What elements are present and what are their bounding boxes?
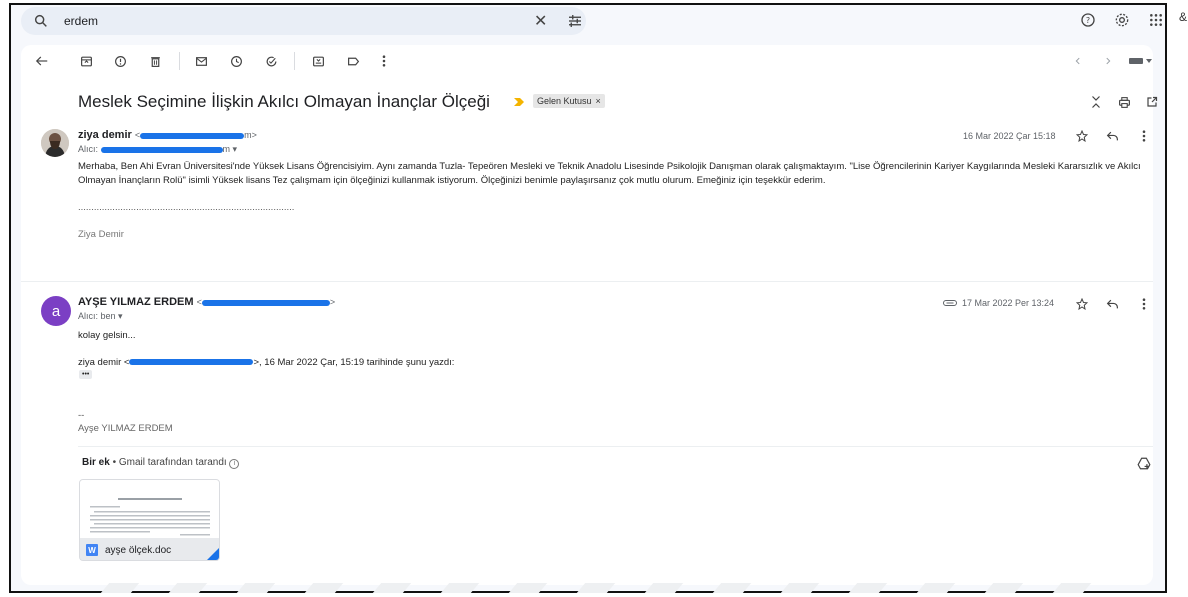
search-icon[interactable]	[33, 13, 49, 29]
star-icon[interactable]	[1075, 297, 1089, 311]
snooze-clock-icon[interactable]	[229, 54, 243, 68]
inbox-label-chip: Gelen Kutusu ×	[533, 94, 605, 108]
addr-close: >	[329, 297, 336, 307]
settings-gear-icon[interactable]	[1113, 11, 1131, 29]
avatar[interactable]	[41, 129, 69, 157]
reply-icon[interactable]	[1105, 297, 1119, 311]
clear-search-icon[interactable]: ✕	[534, 11, 547, 31]
back-arrow-icon[interactable]	[35, 54, 49, 68]
addr-close: m>	[244, 130, 257, 140]
attachment-header: Bir ek • Gmail tarafından tarandı i	[82, 457, 240, 469]
attachment-preview	[80, 480, 219, 538]
message-2-recipient[interactable]: Alıcı: ben ▾	[78, 311, 123, 322]
redaction-mark	[100, 146, 223, 153]
page-corner-fold	[205, 548, 219, 560]
attachment-count: Bir ek	[82, 457, 110, 468]
svg-text:?: ?	[1086, 16, 1090, 25]
attachment-clip-icon	[943, 296, 957, 310]
redaction-mark	[201, 299, 330, 306]
word-doc-icon: W	[86, 544, 98, 556]
sender-name: ziya demir	[78, 129, 132, 141]
attachment-divider	[78, 446, 1153, 447]
thread-toolbar	[21, 45, 1153, 79]
redaction-mark	[140, 132, 245, 139]
toolbar-divider	[179, 52, 180, 70]
message-2-quote-header: ziya demir < >, 16 Mar 2022 Çar, 15:19 ta…	[78, 356, 454, 370]
sender-email: < >	[197, 297, 336, 307]
remove-label-icon[interactable]: ×	[596, 94, 601, 108]
to-label: Alıcı:	[78, 144, 99, 154]
star-icon[interactable]	[1075, 129, 1089, 143]
search-input[interactable]: erdem	[64, 14, 98, 28]
thread-subject: Meslek Seçimine İlişkin Akılcı Olmayan İ…	[78, 92, 490, 111]
email-thread-panel: Meslek Seçimine İlişkin Akılcı Olmayan İ…	[21, 45, 1158, 585]
help-icon[interactable]: ?	[1079, 11, 1097, 29]
reply-icon[interactable]	[1105, 129, 1119, 143]
search-bar[interactable]: erdem ✕	[21, 7, 586, 35]
archive-icon[interactable]	[79, 54, 93, 68]
scan-note: • Gmail tarafından tarandı	[112, 457, 227, 468]
more-vert-icon[interactable]	[1137, 129, 1151, 143]
to-label: Alıcı: ben	[78, 311, 116, 321]
avatar[interactable]: a	[41, 296, 71, 326]
message-divider	[21, 281, 1153, 282]
apps-grid-icon[interactable]	[1147, 11, 1165, 29]
show-trimmed-content-button[interactable]: •••	[79, 370, 93, 379]
message-1-recipient[interactable]: Alıcı: m ▾	[78, 144, 237, 155]
watermark-pattern	[100, 583, 1105, 597]
older-chevron-right-icon[interactable]	[1101, 54, 1115, 68]
toolbar-divider	[294, 52, 295, 70]
importance-marker-icon[interactable]	[514, 97, 524, 107]
gmail-window: erdem ✕ ? Meslek Seçimine İlişkin Akılcı…	[9, 3, 1167, 593]
edge-glyph: &	[1179, 10, 1188, 24]
move-to-icon[interactable]	[311, 54, 325, 68]
redaction-mark	[129, 359, 254, 366]
info-icon[interactable]: i	[229, 459, 240, 469]
add-task-icon[interactable]	[264, 54, 278, 68]
mark-unread-mail-icon[interactable]	[194, 54, 208, 68]
signature-separator: --	[78, 410, 85, 421]
message-1-sender[interactable]: ziya demir < m>	[78, 129, 257, 141]
label-tag-icon[interactable]	[346, 54, 360, 68]
recipient-dropdown-icon[interactable]: ▾	[118, 311, 123, 321]
message-1-dots: ........................................…	[78, 202, 295, 213]
report-spam-icon[interactable]	[113, 54, 127, 68]
message-1-signature: Ziya Demir	[78, 229, 124, 240]
recipient-dropdown-icon[interactable]: ▾	[233, 144, 238, 154]
sender-email: < m>	[135, 130, 257, 140]
attachment-footer: W ayşe ölçek.doc	[80, 538, 219, 560]
attachment-card[interactable]: W ayşe ölçek.doc	[79, 479, 220, 561]
inbox-label-text: Gelen Kutusu	[537, 96, 592, 106]
print-icon[interactable]	[1117, 95, 1131, 109]
quote-suffix: >, 16 Mar 2022 Çar, 15:19 tarihinde şunu…	[253, 357, 455, 368]
to-suffix: m	[222, 144, 231, 154]
add-to-drive-icon[interactable]	[1137, 456, 1151, 470]
message-2-sender[interactable]: AYŞE YILMAZ ERDEM < >	[78, 296, 335, 308]
message-2-signature: Ayşe YILMAZ ERDEM	[78, 423, 173, 434]
quote-prefix: ziya demir <	[78, 357, 130, 368]
collapse-all-icon[interactable]	[1089, 95, 1103, 109]
more-vert-icon[interactable]	[377, 54, 391, 68]
input-tools-keyboard-icon[interactable]	[1129, 54, 1153, 68]
more-vert-icon[interactable]	[1137, 297, 1151, 311]
attachment-filename: ayşe ölçek.doc	[105, 545, 172, 556]
open-new-window-icon[interactable]	[1145, 95, 1159, 109]
message-2-body: kolay gelsin...	[78, 330, 136, 341]
newer-chevron-left-icon[interactable]	[1071, 54, 1085, 68]
message-1-body: Merhaba, Ben Ahi Evran Üniversitesi'nde …	[78, 161, 1141, 186]
delete-trash-icon[interactable]	[148, 54, 162, 68]
search-options-icon[interactable]	[566, 12, 584, 30]
sender-name: AYŞE YILMAZ ERDEM	[78, 296, 194, 308]
message-2-date: 17 Mar 2022 Per 13:24	[962, 298, 1055, 308]
message-1-date: 16 Mar 2022 Çar 15:18	[963, 131, 1056, 141]
